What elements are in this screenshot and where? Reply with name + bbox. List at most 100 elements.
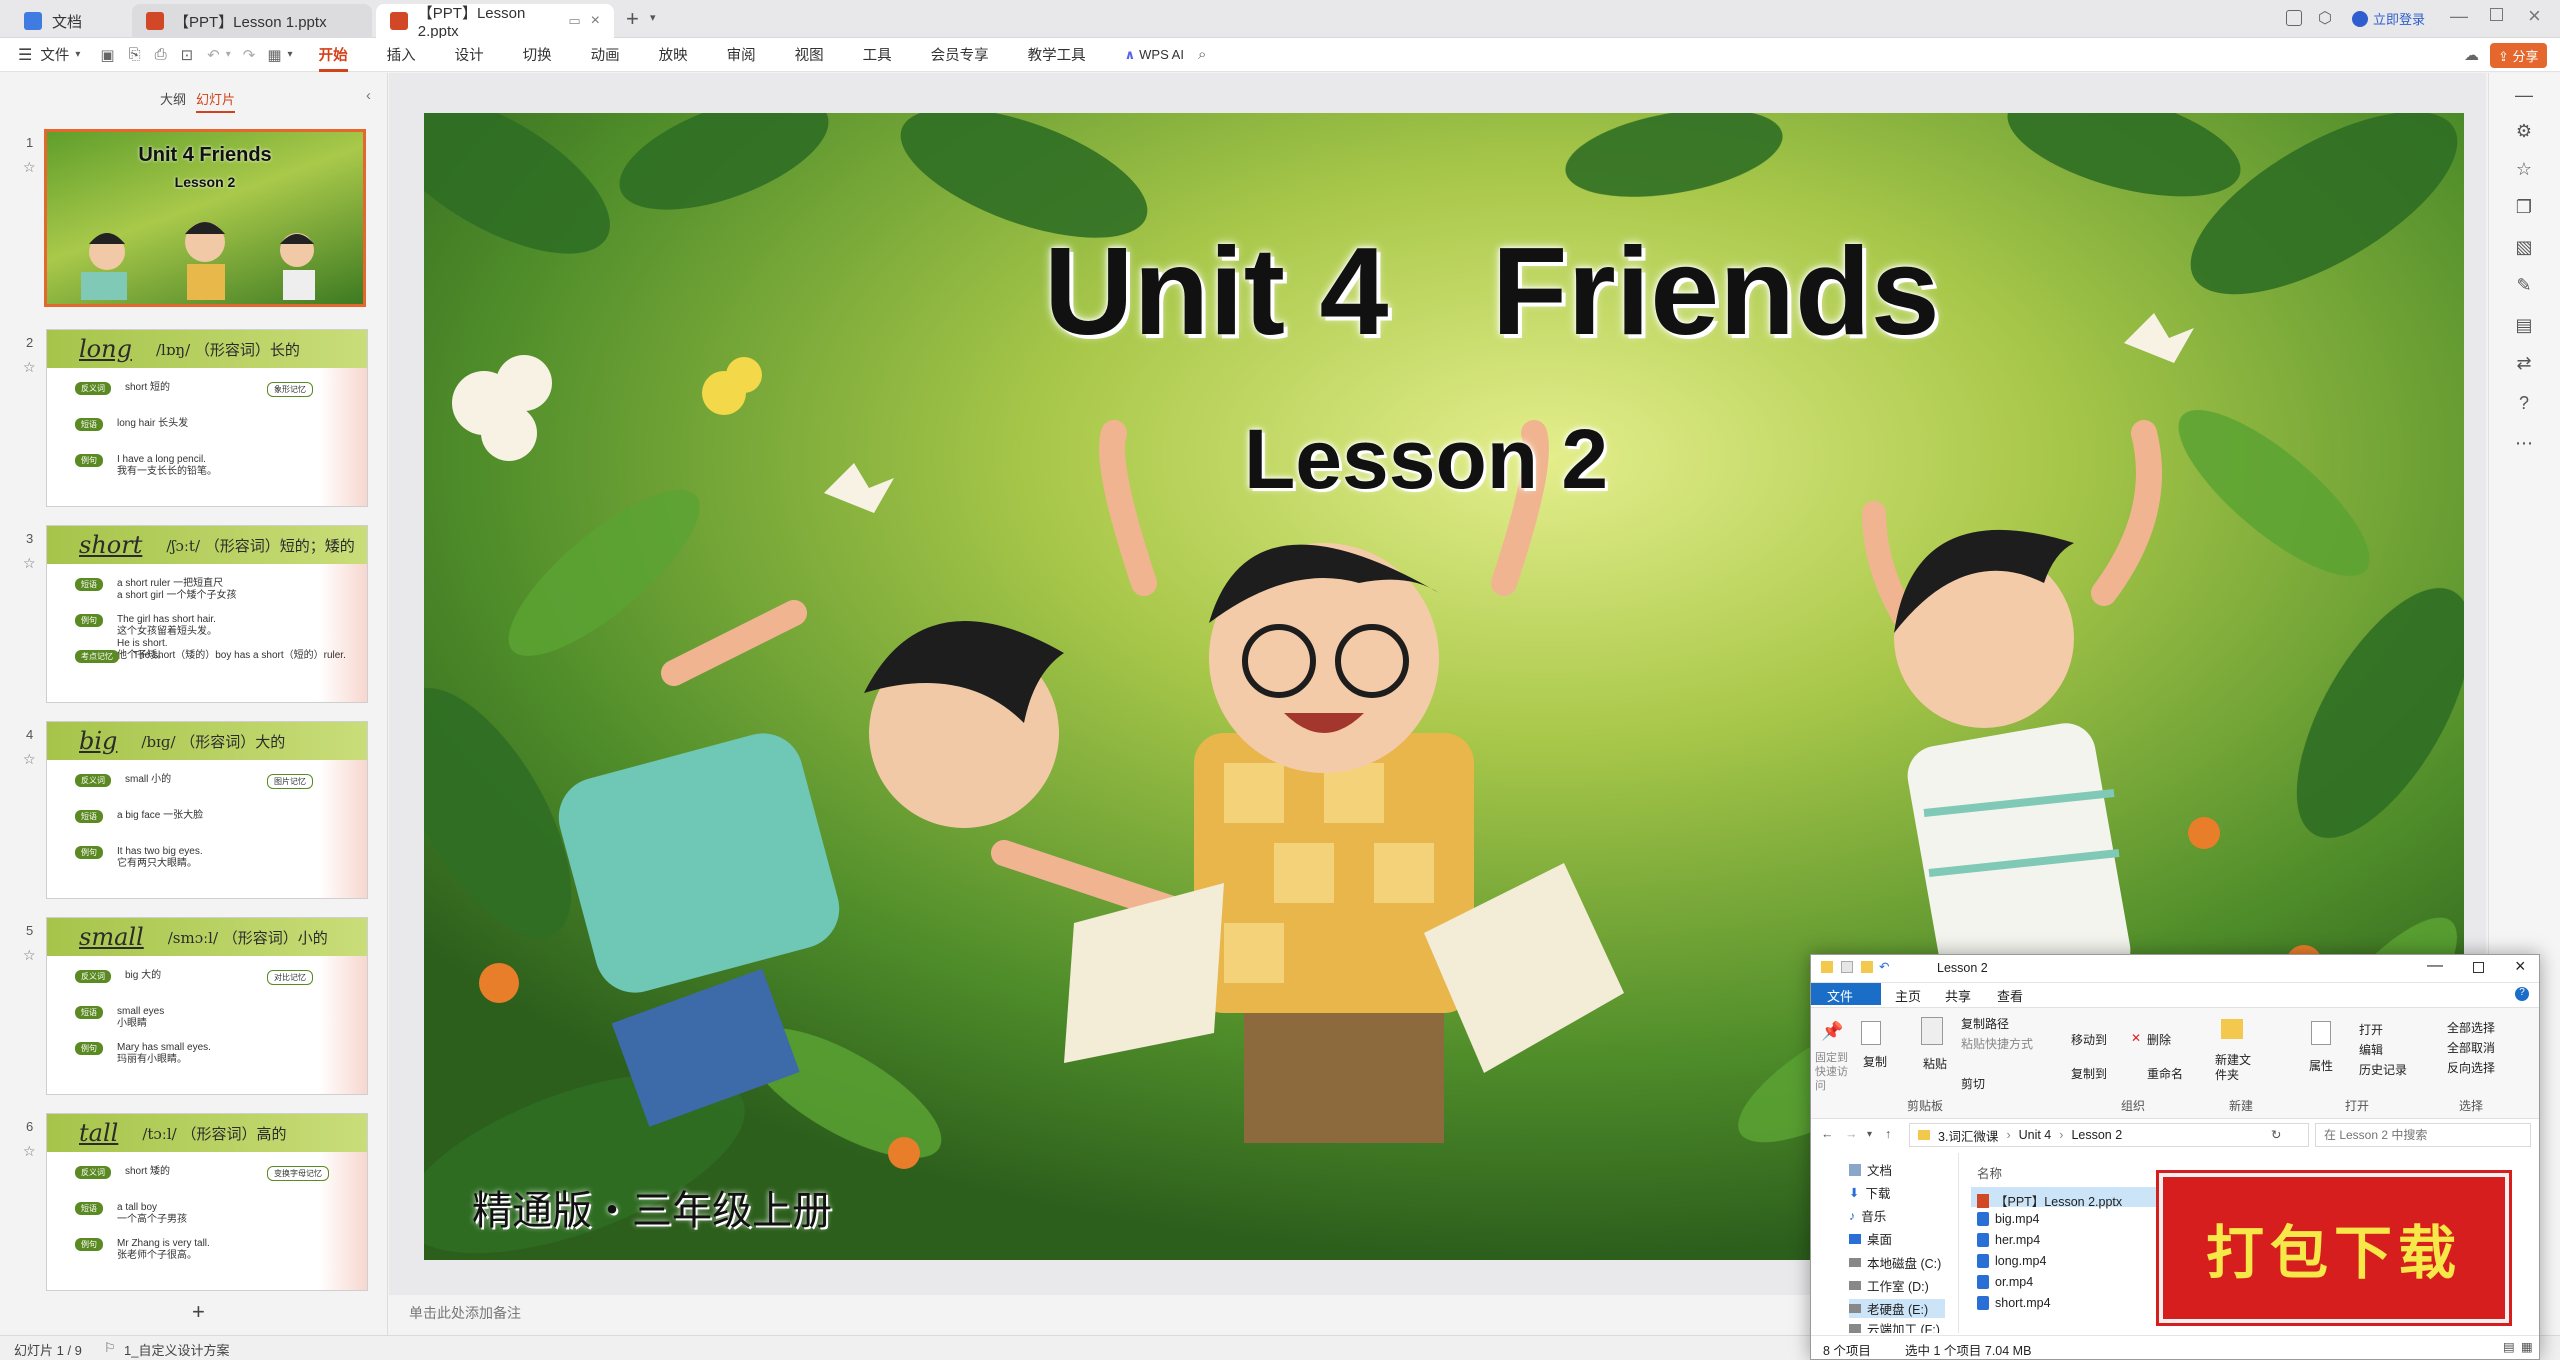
file-item[interactable]: long.mp4 [1977, 1254, 2046, 1268]
star-icon[interactable]: ☆ [23, 555, 36, 572]
file-item[interactable]: 【PPT】Lesson 2.pptx [1977, 1191, 2122, 1210]
slide-thumbnail-4[interactable]: big/bɪɡ/ （形容词）大的 反义词 small 小的 短语 a big face … [46, 721, 368, 899]
tab-docs[interactable]: 文档 [10, 4, 128, 38]
menu-review[interactable]: 审阅 [727, 44, 756, 65]
column-name[interactable]: 名称 [1977, 1163, 2002, 1182]
maximize-icon[interactable] [2490, 8, 2503, 21]
nav-music[interactable]: ♪ 音乐 [1849, 1206, 1886, 1225]
invert-selection-button[interactable]: 反向选择 [2447, 1059, 2495, 1076]
search-icon[interactable]: ⌕ [1198, 46, 1206, 63]
star-icon[interactable]: ☆ [2513, 159, 2535, 181]
image-icon[interactable]: ▧ [2513, 237, 2535, 259]
star-icon[interactable]: ☆ [23, 359, 36, 376]
hamburger-icon[interactable]: ☰ [18, 45, 32, 65]
menu-file[interactable]: 文件 [40, 44, 69, 65]
tab-outline[interactable]: 大纲 [160, 89, 186, 108]
chevron-down-icon[interactable]: ▾ [650, 11, 656, 24]
menu-slideshow[interactable]: 放映 [659, 44, 688, 65]
print-icon[interactable]: ⎙ [155, 46, 167, 63]
minus-icon[interactable]: — [2513, 85, 2535, 107]
help-icon[interactable]: ? [2513, 393, 2535, 415]
new-folder-icon[interactable] [2221, 1019, 2243, 1039]
nav-drive-d[interactable]: 工作室 (D:) [1849, 1276, 1929, 1295]
nav-downloads[interactable]: ⬇ 下载 [1849, 1183, 1891, 1202]
pin-button[interactable]: 固定到快速访问 [1815, 1051, 1855, 1093]
redo-icon[interactable]: ↷ [243, 46, 256, 64]
login-button[interactable]: 立即登录 [2352, 9, 2425, 28]
notes-field[interactable]: 单击此处添加备注 [409, 1303, 1909, 1323]
new-tab-icon[interactable]: + [626, 6, 639, 32]
select-none-button[interactable]: 全部取消 [2447, 1039, 2495, 1056]
minimize-icon[interactable]: — [2450, 6, 2468, 27]
menu-view[interactable]: 视图 [795, 44, 824, 65]
preview-icon[interactable]: ⊡ [181, 46, 194, 64]
menu-tools[interactable]: 工具 [863, 44, 892, 65]
breadcrumb-2[interactable]: Lesson 2 [2071, 1128, 2122, 1142]
nav-drive-f[interactable]: 云端加工 (F:) [1849, 1323, 1940, 1333]
tiles-view-icon[interactable]: ▦ [2521, 1339, 2533, 1354]
monitor-icon[interactable]: ▭ [568, 13, 580, 29]
tab-lesson2[interactable]: 【PPT】Lesson 2.pptx ▭ × [376, 4, 614, 40]
nav-drive-c[interactable]: 本地磁盘 (C:) [1849, 1253, 1941, 1272]
minimize-icon[interactable]: — [2427, 957, 2443, 975]
properties-icon[interactable] [1841, 961, 1853, 973]
window-icon[interactable] [2286, 10, 2302, 26]
undo-icon[interactable]: ↶ [1879, 959, 1889, 974]
ribbon-tab-file[interactable]: 文件 [1827, 986, 1853, 1005]
properties-button[interactable]: 属性 [2309, 1057, 2333, 1074]
file-item[interactable]: short.mp4 [1977, 1296, 2051, 1310]
nav-desktop[interactable]: 桌面 [1849, 1229, 1892, 1248]
paste-icon[interactable] [1921, 1017, 1943, 1045]
copy-icon[interactable] [1861, 1021, 1881, 1045]
pin-icon[interactable]: 📌 [1821, 1021, 1843, 1043]
breadcrumb-0[interactable]: 3.词汇微课 [1938, 1126, 1998, 1145]
design-scheme[interactable]: 1_自定义设计方案 [124, 1340, 229, 1359]
menu-animation[interactable]: 动画 [591, 44, 620, 65]
breadcrumb-1[interactable]: Unit 4 [2019, 1128, 2052, 1142]
tab-slides[interactable]: 幻灯片 [196, 89, 236, 113]
delete-button[interactable]: 删除 [2147, 1031, 2171, 1048]
download-stamp[interactable]: 打包下载 [2159, 1173, 2509, 1323]
tab-lesson1[interactable]: 【PPT】Lesson 1.pptx [132, 4, 372, 38]
close-icon[interactable]: × [2515, 956, 2526, 977]
wps-ai-button[interactable]: ∧ WPS AI [1125, 47, 1184, 63]
translate-icon[interactable]: ⇄ [2513, 353, 2535, 375]
chevron-down-icon[interactable]: ▾ [1867, 1129, 1872, 1140]
more-icon[interactable]: ⋯ [2513, 433, 2535, 455]
book-icon[interactable]: ▤ [2513, 315, 2535, 337]
menu-home[interactable]: 开始 [318, 44, 348, 72]
wrench-icon[interactable]: ✎ [2513, 275, 2535, 297]
chevron-down-icon[interactable]: ▾ [75, 49, 80, 60]
nav-drive-e[interactable]: 老硬盘 (E:) [1849, 1299, 1945, 1318]
details-view-icon[interactable]: ▤ [2503, 1339, 2515, 1354]
new-folder-button[interactable]: 新建文件夹 [2215, 1053, 2255, 1083]
forward-icon[interactable]: → [1845, 1127, 1858, 1141]
share-button[interactable]: ⇪ 分享 [2490, 43, 2547, 68]
menu-member[interactable]: 会员专享 [931, 44, 989, 65]
cube-icon[interactable]: ⬡ [2318, 8, 2332, 28]
file-item[interactable]: her.mp4 [1977, 1233, 2040, 1247]
copy-icon[interactable]: ❐ [2513, 197, 2535, 219]
rename-button[interactable]: 重命名 [2147, 1065, 2183, 1082]
ribbon-tab-view[interactable]: 查看 [1997, 986, 2023, 1005]
menu-teaching-tools[interactable]: 教学工具 [1028, 44, 1086, 65]
format-painter-icon[interactable]: ▦ [267, 46, 281, 64]
chevron-down-icon[interactable]: ▾ [288, 49, 293, 60]
close-window-icon[interactable]: × [2528, 3, 2541, 29]
address-bar[interactable]: 3.词汇微课 › Unit 4 › Lesson 2 [1909, 1123, 2309, 1147]
menu-insert[interactable]: 插入 [387, 44, 416, 65]
slide-thumbnail-2[interactable]: long/lɒŋ/ （形容词）长的 反义词 short 短的 短语 long hair … [46, 329, 368, 507]
file-item[interactable]: big.mp4 [1977, 1212, 2039, 1226]
copy-path-button[interactable]: 复制路径 [1961, 1015, 2009, 1032]
up-icon[interactable]: ↑ [1885, 1127, 1891, 1141]
back-icon[interactable]: ← [1821, 1127, 1834, 1141]
copy-button[interactable]: 复制 [1863, 1053, 1887, 1070]
star-icon[interactable]: ☆ [23, 751, 36, 768]
ribbon-tab-share[interactable]: 共享 [1945, 986, 1971, 1005]
new-folder-icon[interactable] [1861, 961, 1873, 973]
search-input[interactable] [2315, 1123, 2531, 1147]
star-icon[interactable]: ☆ [23, 947, 36, 964]
slide-thumbnail-1[interactable]: Unit 4 Friends Lesson 2 [44, 129, 366, 307]
open-button[interactable]: 打开 [2359, 1021, 2383, 1038]
export-icon[interactable]: ⎘ [129, 46, 141, 63]
